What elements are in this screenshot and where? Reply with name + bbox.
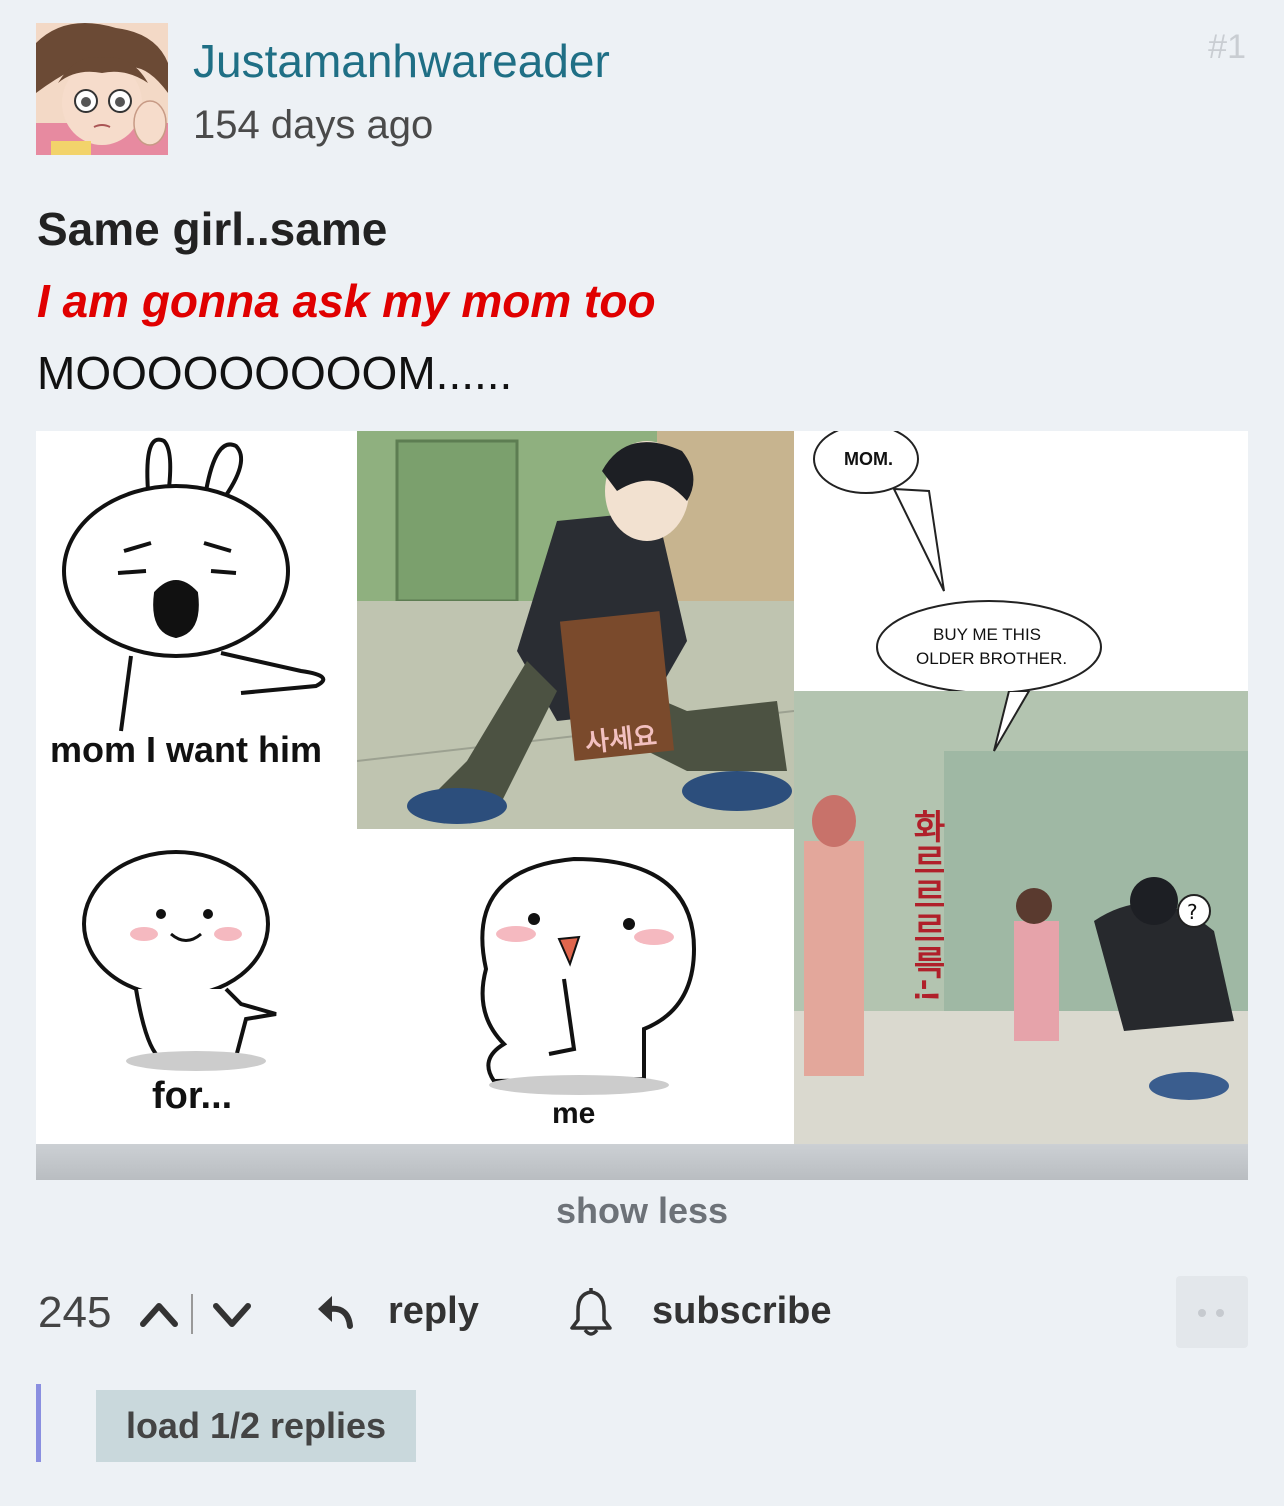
image-fade-bar [36, 1144, 1248, 1180]
show-less-button[interactable]: show less [0, 1190, 1284, 1232]
svg-text:?: ? [1187, 900, 1198, 924]
street-scene-drawing: ? [794, 691, 1248, 1144]
sfx-text: 화르르르륵-! [907, 809, 945, 1002]
street-scene-panel: ? 화르르르륵-! [794, 691, 1248, 1144]
more-dots-icon [1198, 1309, 1206, 1317]
avatar[interactable] [36, 23, 168, 155]
thread-line [36, 1384, 41, 1462]
load-replies-button[interactable]: load 1/2 replies [96, 1390, 416, 1462]
bubble-buy-line-2: OLDER BROTHER. [916, 649, 1068, 668]
downvote-icon[interactable] [208, 1292, 256, 1336]
vote-separator [191, 1294, 193, 1334]
blob-pointing-panel: for... [36, 829, 356, 1144]
speech-bubbles-panel: MOM. BUY ME THIS OLDER BROTHER. [794, 431, 1248, 691]
comment-timestamp: 154 days ago [193, 103, 434, 147]
username-link[interactable]: Justamanhwareader [193, 34, 610, 88]
bubble-mom: MOM. [844, 449, 893, 469]
guy-with-sign-panel: 사세요 [357, 431, 794, 829]
vote-score: 245 [38, 1288, 112, 1337]
guy-with-sign-drawing [357, 431, 794, 829]
bell-icon[interactable] [566, 1286, 616, 1338]
reply-button[interactable]: reply [388, 1290, 479, 1333]
bubble-buy-line-1: BUY ME THIS [933, 625, 1042, 644]
caption-for: for... [152, 1075, 233, 1117]
comment-line-1: Same girl..same [37, 203, 388, 255]
more-options-button[interactable] [1176, 1276, 1248, 1348]
reply-arrow-icon[interactable] [314, 1292, 356, 1332]
caption-mom-i-want-him: mom I want him [50, 729, 323, 770]
avatar-image [36, 23, 168, 155]
comment-actions: 245 reply subscribe [0, 1276, 1284, 1348]
more-dots-icon [1216, 1309, 1224, 1317]
comment-line-2: I am gonna ask my mom too [37, 275, 656, 327]
post-number[interactable]: #1 [1208, 28, 1246, 67]
comment-image[interactable]: mom I want him 사세요 MOM. BUY ME THIS OLDE… [36, 431, 1248, 1144]
subscribe-button[interactable]: subscribe [652, 1290, 832, 1333]
upvote-icon[interactable] [137, 1292, 181, 1336]
rabbit-pointing-panel: mom I want him [36, 431, 356, 791]
blob-me-panel: me [404, 829, 764, 1144]
sign-text: 사세요 [583, 720, 659, 758]
caption-me: me [552, 1097, 596, 1130]
comment-line-3: MOOOOOOOOOM...... [37, 347, 513, 399]
